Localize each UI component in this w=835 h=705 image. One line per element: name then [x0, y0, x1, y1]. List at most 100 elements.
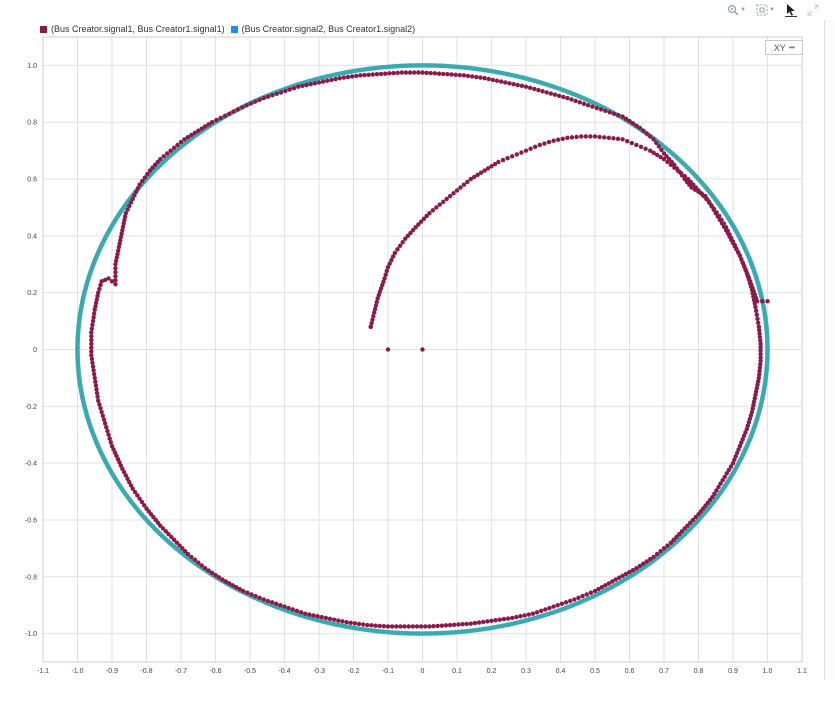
- x-tick-label: 0.9: [728, 668, 738, 675]
- series1-point: [209, 120, 215, 125]
- series1-point: [497, 617, 502, 622]
- series1-point: [510, 615, 515, 621]
- series1-point: [588, 590, 594, 595]
- series1-point: [336, 618, 341, 623]
- series1-point: [460, 622, 465, 627]
- series1-point: [585, 102, 591, 108]
- series1-point: [651, 137, 656, 142]
- series1-point: [395, 247, 400, 252]
- series1-point: [654, 551, 660, 557]
- series1-point: [290, 607, 295, 612]
- y-tick-label: -0.6: [25, 517, 37, 524]
- series1-point: [519, 150, 524, 155]
- series1-point: [89, 352, 94, 358]
- series1-point: [584, 592, 589, 597]
- series1-point: [412, 70, 417, 75]
- series1-point: [89, 330, 94, 335]
- series1-point: [99, 409, 104, 415]
- series1-point: [753, 304, 758, 310]
- series1-point: [464, 621, 469, 627]
- series1-point: [641, 128, 646, 133]
- series1-point: [592, 134, 598, 139]
- y-tick-label: 0.2: [27, 290, 37, 297]
- series1-point: [503, 80, 508, 85]
- series1-point: [760, 299, 765, 304]
- series1-point: [307, 612, 312, 617]
- series1-point: [543, 607, 548, 612]
- series1-point: [311, 613, 316, 618]
- series1-point: [248, 101, 254, 106]
- series1-point: [580, 593, 585, 599]
- series1-point: [447, 193, 453, 199]
- series1-point: [278, 90, 284, 95]
- y-tick-label: -0.4: [25, 461, 37, 468]
- series1-point: [406, 624, 411, 629]
- series1-point: [755, 320, 761, 325]
- series1-point: [196, 560, 201, 565]
- series1-point: [498, 79, 504, 84]
- series1-point: [755, 316, 760, 322]
- x-tick-label: -0.3: [313, 668, 325, 675]
- series1-point: [544, 90, 549, 95]
- series1-point: [358, 73, 363, 78]
- series1-point: [383, 71, 388, 76]
- series1-point: [416, 70, 421, 75]
- series1-point: [331, 617, 337, 622]
- series1-point: [286, 605, 291, 611]
- series1-point: [340, 619, 345, 624]
- series1-point: [199, 563, 204, 568]
- series1-point: [526, 612, 531, 617]
- y-axis-ticks: -1.0 -0.8 -0.6 -0.4 -0.2 0 0.2 0.4 0.6 0.8 1.0: [25, 63, 37, 638]
- series1-point: [597, 134, 602, 140]
- series1-point: [552, 92, 558, 97]
- series1-point: [656, 144, 662, 149]
- x-tick-label: 0.7: [659, 668, 669, 675]
- series1-point: [101, 417, 107, 422]
- series1-point: [89, 356, 95, 362]
- series1-point: [431, 624, 436, 629]
- series1-point: [91, 368, 96, 373]
- series1-point: [325, 78, 330, 83]
- series1-point: [96, 398, 101, 403]
- series1-point: [616, 112, 621, 118]
- scatter-plot[interactable]: -1.1 -1.0 -0.9 -0.8 -0.7 -0.6 -0.5 -0.4 -0.3 -0.2…: [0, 0, 835, 705]
- series1-point: [527, 85, 533, 91]
- series1-point: [629, 140, 634, 146]
- series1-point: [245, 590, 250, 595]
- y-tick-label: 0: [33, 347, 37, 354]
- y-tick-label: 0.6: [27, 177, 37, 184]
- xy-mode-button[interactable]: XY •••: [765, 40, 803, 55]
- series1-point: [439, 623, 445, 628]
- series1-point: [402, 624, 407, 629]
- series1-point: [178, 139, 184, 145]
- series1-point: [444, 196, 449, 202]
- series1-point: [227, 111, 232, 116]
- x-tick-label: -0.7: [175, 668, 187, 675]
- series1-point: [569, 97, 574, 102]
- series1-point: [113, 277, 118, 283]
- series1-point: [481, 619, 486, 625]
- series1-point: [445, 72, 450, 77]
- series1-point: [537, 142, 542, 148]
- series1-point: [308, 81, 313, 87]
- series1-point: [643, 146, 648, 151]
- series1-point: [478, 75, 483, 80]
- series1-point: [171, 145, 177, 150]
- series1-point: [574, 134, 579, 140]
- series1-point: [441, 71, 446, 77]
- series1-point: [611, 136, 616, 141]
- series1-point: [189, 554, 194, 560]
- series1-point: [90, 364, 96, 369]
- series1-point: [395, 70, 400, 76]
- x-tick-label: 1.1: [797, 668, 807, 675]
- series1-point: [403, 70, 409, 75]
- series1-point: [602, 135, 607, 140]
- series1-point: [296, 84, 301, 89]
- series1-point: [109, 443, 115, 449]
- series1-point: [145, 171, 150, 177]
- series1-point: [420, 347, 425, 352]
- series1-point: [89, 345, 94, 350]
- series1-point: [344, 620, 349, 625]
- series1-point: [465, 179, 470, 185]
- series1-point: [523, 148, 529, 153]
